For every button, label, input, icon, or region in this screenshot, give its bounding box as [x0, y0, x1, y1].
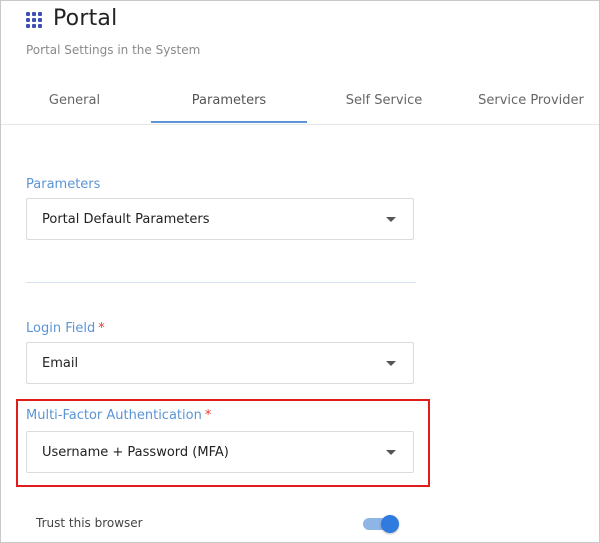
- settings-tabs: General Parameters Self Service Service …: [1, 81, 599, 125]
- parameters-select[interactable]: Portal Default Parameters: [26, 198, 414, 240]
- required-mark: *: [98, 321, 105, 336]
- chevron-down-icon: [386, 361, 396, 366]
- login-field-label: Login Field *: [26, 321, 105, 336]
- mfa-select-value: Username + Password (MFA): [42, 445, 229, 460]
- mfa-select[interactable]: Username + Password (MFA): [26, 431, 414, 473]
- tab-service-provider[interactable]: Service Provider: [463, 81, 599, 124]
- trust-browser-toggle[interactable]: [363, 515, 399, 533]
- parameters-select-value: Portal Default Parameters: [42, 212, 210, 227]
- toggle-knob: [381, 515, 399, 533]
- section-divider: [26, 282, 416, 283]
- page-subtitle: Portal Settings in the System: [26, 43, 201, 57]
- required-mark: *: [204, 408, 212, 423]
- parameters-label-text: Parameters: [26, 177, 101, 192]
- login-field-label-text: Login Field: [26, 321, 96, 336]
- trust-browser-label: Trust this browser: [36, 516, 143, 530]
- page-header: Portal: [26, 6, 117, 31]
- login-field-select[interactable]: Email: [26, 342, 414, 384]
- chevron-down-icon: [386, 450, 396, 455]
- active-tab-indicator: [151, 121, 307, 123]
- login-field-select-value: Email: [42, 356, 79, 371]
- page-title: Portal: [53, 6, 118, 31]
- portal-settings-panel: Portal Portal Settings in the System Gen…: [0, 0, 600, 543]
- mfa-label-text: Multi-Factor Authentication: [26, 408, 202, 423]
- apps-grid-icon[interactable]: [26, 11, 43, 29]
- chevron-down-icon: [386, 217, 396, 222]
- tab-self-service[interactable]: Self Service: [309, 81, 459, 124]
- parameters-label: Parameters: [26, 177, 100, 192]
- tab-parameters[interactable]: Parameters: [151, 81, 307, 124]
- mfa-label: Multi-Factor Authentication *: [26, 408, 211, 423]
- tab-general[interactable]: General: [1, 81, 148, 124]
